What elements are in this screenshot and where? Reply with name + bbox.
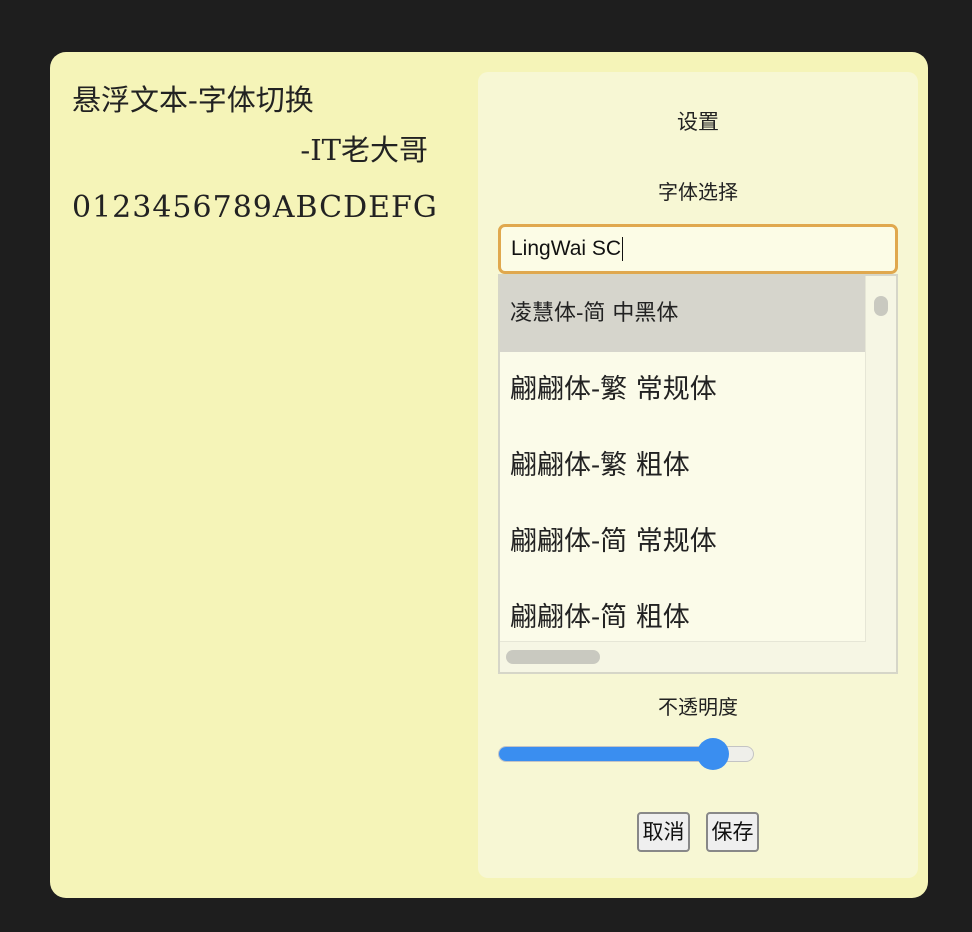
font-option-selected[interactable]: 凌慧体-简 中黑体 xyxy=(500,276,866,352)
horizontal-scrollbar[interactable] xyxy=(500,641,866,672)
cancel-button[interactable]: 取消 xyxy=(637,812,690,852)
settings-title: 设置 xyxy=(677,110,719,134)
save-button[interactable]: 保存 xyxy=(706,812,759,852)
opacity-slider-thumb[interactable] xyxy=(697,738,729,770)
note-sample-characters: 0123456789ABCDEFG xyxy=(72,190,438,225)
font-input-value: LingWai SC xyxy=(511,237,622,260)
floating-note-window: 悬浮文本-字体切换 -IT老大哥 0123456789ABCDEFG 设置 字体… xyxy=(50,52,928,898)
font-option[interactable]: 翩翩体-繁 粗体 xyxy=(500,428,866,504)
font-option[interactable]: 翩翩体-繁 常规体 xyxy=(500,352,866,428)
vertical-scrollbar-thumb[interactable] xyxy=(874,296,888,316)
horizontal-scrollbar-thumb[interactable] xyxy=(506,650,600,664)
font-search-input[interactable]: LingWai SC xyxy=(498,224,898,274)
scrollbar-corner xyxy=(866,642,896,672)
settings-panel: 设置 字体选择 LingWai SC 凌慧体-简 中黑体 翩翩体-繁 常规体 翩… xyxy=(478,72,918,878)
opacity-slider-fill xyxy=(499,747,714,761)
font-listbox[interactable]: 凌慧体-简 中黑体 翩翩体-繁 常规体 翩翩体-繁 粗体 翩翩体-简 常规体 翩… xyxy=(498,274,898,674)
vertical-scrollbar[interactable] xyxy=(865,276,896,642)
note-title: 悬浮文本-字体切换 xyxy=(72,83,314,117)
text-caret xyxy=(622,237,624,262)
font-option[interactable]: 翩翩体-简 常规体 xyxy=(500,504,866,580)
opacity-slider[interactable] xyxy=(498,738,754,770)
note-author: -IT老大哥 xyxy=(300,133,428,167)
font-select-label: 字体选择 xyxy=(658,180,738,204)
note-text-area: 悬浮文本-字体切换 -IT老大哥 0123456789ABCDEFG xyxy=(72,78,438,238)
opacity-label: 不透明度 xyxy=(658,695,738,719)
